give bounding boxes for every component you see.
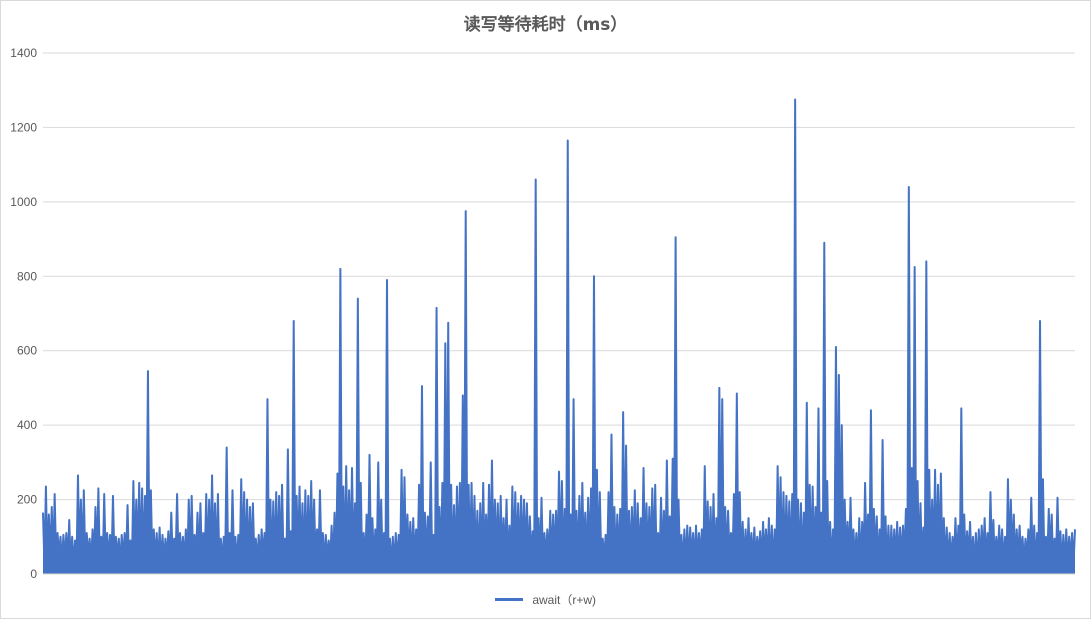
y-tick-label: 0 [30, 567, 37, 581]
legend-label: await（r+w) [532, 593, 597, 607]
legend: await（r+w) [1, 591, 1090, 608]
plot-area: 0 200 400 600 800 1000 1200 1400 [10, 46, 1076, 581]
y-tick-label: 1400 [10, 46, 37, 60]
series-line [42, 98, 1076, 568]
y-tick-label: 400 [17, 418, 37, 432]
y-tick-label: 800 [17, 269, 37, 283]
y-tick-label: 200 [17, 493, 37, 507]
y-tick-label: 600 [17, 344, 37, 358]
chart-frame: 读写等待耗时（ms） 0 200 400 600 800 1000 1200 1400 awa… [0, 0, 1091, 619]
y-tick-label: 1200 [10, 120, 37, 134]
y-tick-label: 1000 [10, 195, 37, 209]
legend-swatch [494, 598, 523, 601]
